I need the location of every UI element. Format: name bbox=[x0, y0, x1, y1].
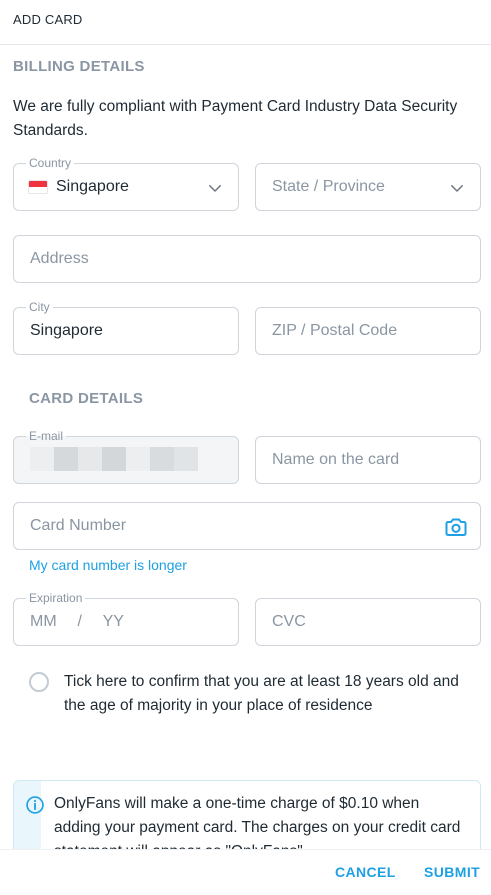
info-icon bbox=[26, 796, 44, 814]
state-select[interactable]: State / Province bbox=[255, 163, 481, 211]
expiration-label: Expiration bbox=[26, 591, 86, 605]
name-on-card-placeholder: Name on the card bbox=[272, 451, 400, 468]
chevron-down-icon bbox=[451, 185, 463, 192]
address-input[interactable]: Address bbox=[13, 235, 481, 283]
state-placeholder: State / Province bbox=[272, 178, 385, 195]
camera-icon[interactable] bbox=[444, 515, 468, 539]
cvc-input[interactable]: CVC bbox=[255, 598, 481, 646]
submit-button[interactable]: SUBMIT bbox=[424, 864, 480, 880]
chevron-down-icon bbox=[209, 185, 221, 192]
card-number-input[interactable]: Card Number bbox=[13, 502, 481, 550]
dialog-title: ADD CARD bbox=[13, 12, 83, 27]
email-label: E-mail bbox=[26, 429, 67, 443]
card-details-heading: CARD DETAILS bbox=[29, 390, 144, 407]
dialog-footer: CANCEL SUBMIT bbox=[0, 849, 491, 895]
city-label: City bbox=[26, 300, 53, 314]
email-field: E-mail bbox=[13, 429, 239, 484]
card-number-placeholder: Card Number bbox=[30, 517, 127, 534]
country-value: Singapore bbox=[56, 178, 129, 195]
email-redacted-value bbox=[30, 447, 198, 471]
singapore-flag-icon bbox=[28, 180, 48, 194]
billing-details-heading: BILLING DETAILS bbox=[13, 58, 145, 75]
dialog-header: ADD CARD bbox=[0, 0, 491, 45]
address-placeholder: Address bbox=[30, 250, 89, 267]
zip-input[interactable]: ZIP / Postal Code bbox=[255, 307, 481, 355]
cvc-placeholder: CVC bbox=[272, 613, 306, 630]
compliance-text: We are fully compliant with Payment Card… bbox=[13, 98, 458, 139]
age-confirm-text: Tick here to confirm that you are at lea… bbox=[64, 673, 459, 714]
city-value: Singapore bbox=[30, 322, 103, 339]
expiration-placeholder: MM / YY bbox=[30, 613, 124, 630]
cancel-button[interactable]: CANCEL bbox=[335, 864, 396, 880]
name-on-card-input[interactable]: Name on the card bbox=[255, 436, 481, 484]
zip-placeholder: ZIP / Postal Code bbox=[272, 322, 398, 339]
country-label: Country bbox=[26, 156, 75, 170]
city-input[interactable]: City Singapore bbox=[13, 300, 239, 355]
age-confirm-checkbox[interactable] bbox=[29, 672, 49, 692]
card-number-longer-link[interactable]: My card number is longer bbox=[29, 557, 187, 573]
expiration-input[interactable]: Expiration MM / YY bbox=[13, 591, 239, 646]
country-select[interactable]: Country Singapore bbox=[13, 156, 239, 211]
